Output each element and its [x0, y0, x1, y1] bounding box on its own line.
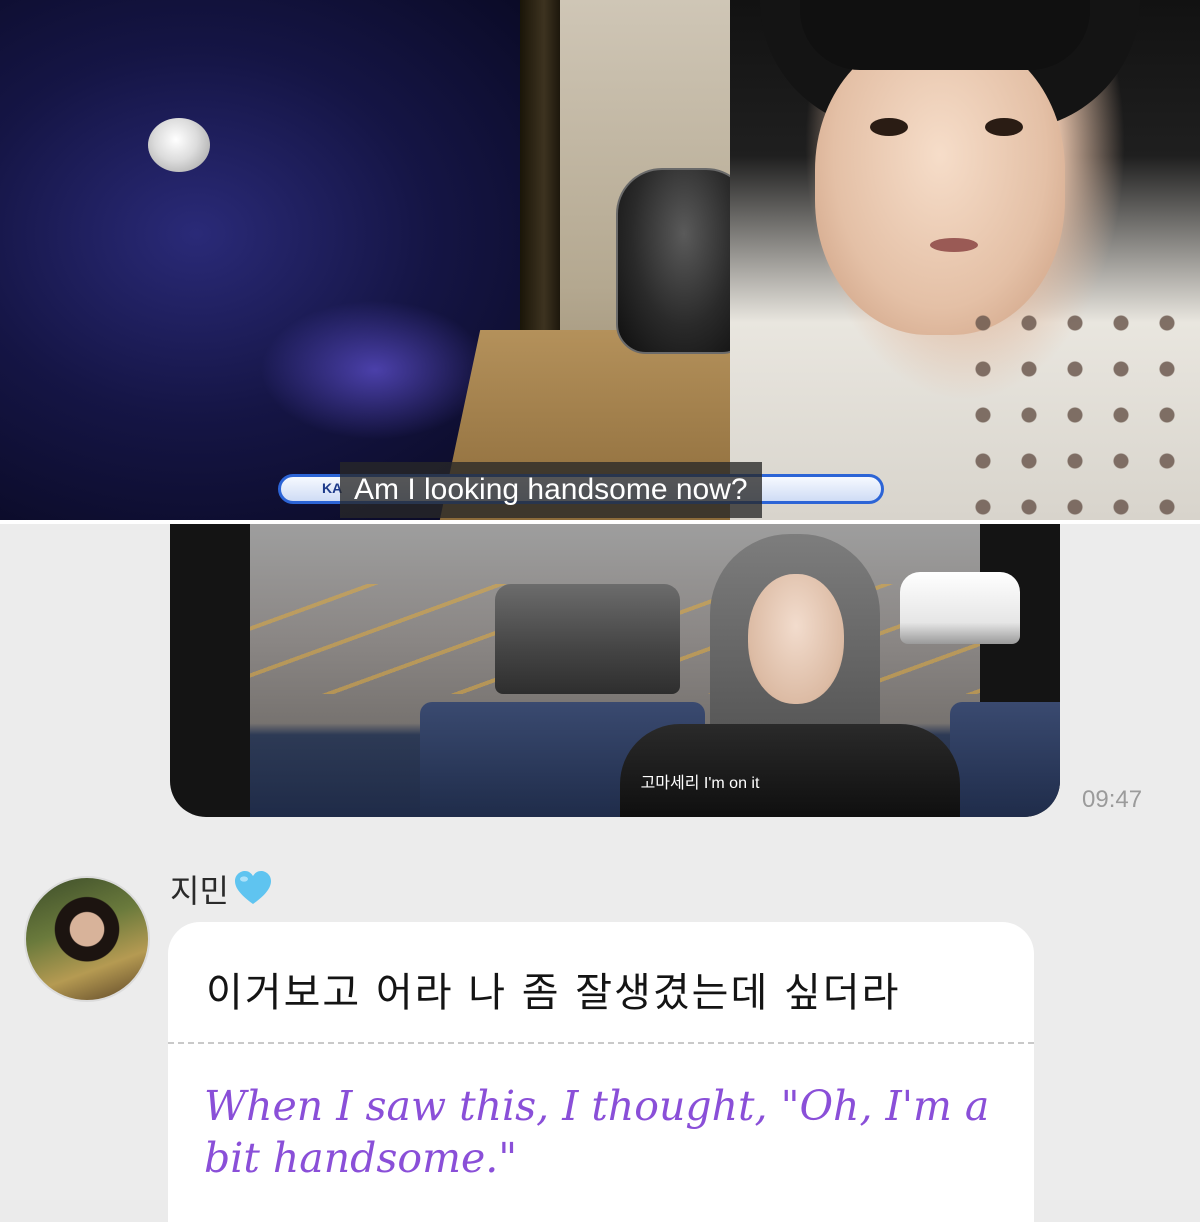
video-caption: Am I looking handsome now? [340, 462, 762, 518]
message-timestamp: 09:47 [1082, 786, 1143, 813]
bus-seat-right [950, 702, 1060, 817]
reflected-lamp [148, 118, 210, 172]
chat-screen: 고마세리 I'm on it 09:47 지민 이거보고 어라 나 좀 잘생겼는… [0, 524, 1200, 1222]
avatar[interactable] [24, 876, 150, 1002]
hooded-face [748, 574, 844, 704]
white-sedan [900, 572, 1020, 644]
message-korean-text: 이거보고 어라 나 좀 잘생겼는데 싶더라 [206, 970, 901, 1016]
message-bubble[interactable]: 이거보고 어라 나 좀 잘생겼는데 싶더라 When I saw this, I… [168, 922, 1034, 1222]
blue-heart-icon [233, 869, 273, 909]
sender-row: 지민 [170, 866, 273, 912]
purple-light-reflection [260, 300, 490, 440]
sender-name: 지민 [170, 872, 229, 910]
translation-separator [168, 1042, 1034, 1044]
person-bangs [800, 0, 1090, 70]
person-mouth [930, 238, 978, 252]
person-eye-left [870, 118, 908, 136]
polka-dot-shirt [960, 300, 1200, 520]
video-subtitle: 고마세리 I'm on it [640, 775, 760, 792]
message-translation-text: When I saw this, I thought, "Oh, I'm a b… [204, 1082, 990, 1182]
video-message[interactable]: 고마세리 I'm on it [170, 524, 1060, 817]
top-video-frame: KA Am I looking handsome now? [0, 0, 1200, 520]
person-face [815, 35, 1065, 335]
suv-car [495, 584, 680, 694]
person-eye-right [985, 118, 1023, 136]
